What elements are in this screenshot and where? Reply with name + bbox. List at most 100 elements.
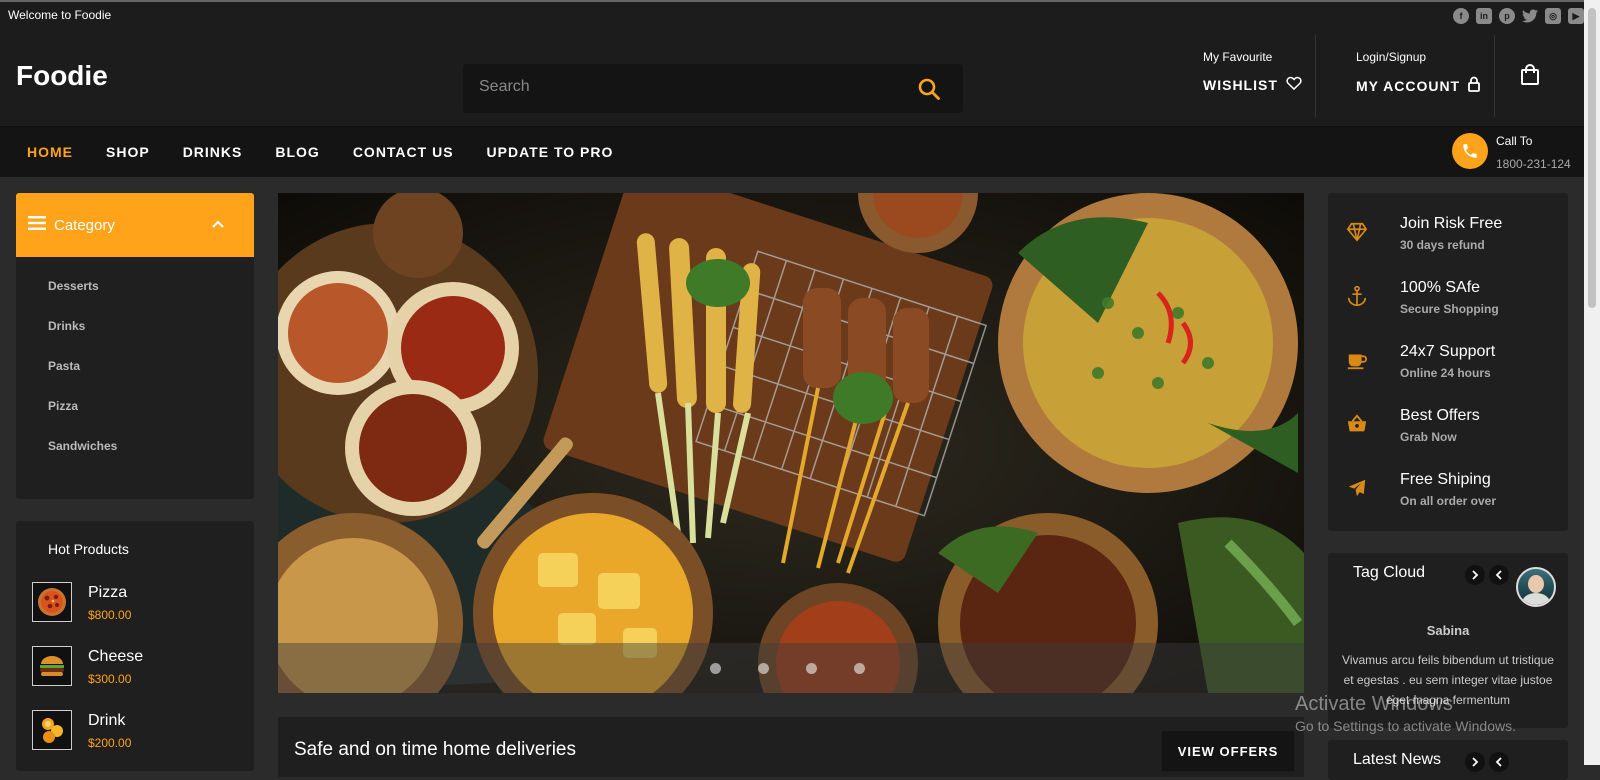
nav-item-contact[interactable]: CONTACT US [353,144,454,160]
watermark-title: Activate Windows [1295,693,1453,715]
latest-news-title: Latest News [1353,751,1442,768]
pinterest-icon[interactable]: p [1499,8,1515,24]
feature-item: 100% SAfe Secure Shopping [1328,277,1568,337]
product-name: Pizza [88,584,128,601]
phone-icon [1452,133,1488,169]
tag-cloud-title: Tag Cloud [1353,564,1426,581]
nav-item-shop[interactable]: SHOP [106,144,150,160]
view-offers-button[interactable]: VIEW OFFERS [1162,731,1294,771]
category-item-pizza[interactable]: Pizza [48,399,254,439]
category-item-drinks[interactable]: Drinks [48,319,254,359]
feature-subtitle: 30 days refund [1400,238,1485,252]
basket-icon [1346,413,1368,440]
feature-item: Join Risk Free 30 days refund [1328,213,1568,273]
food-spread-image [278,193,1304,693]
linkedin-icon[interactable]: in [1476,8,1492,24]
testimonial-name: Sabina [1426,623,1470,638]
nav-item-home[interactable]: HOME [27,144,73,160]
feature-item: Best Offers Grab Now [1328,405,1568,465]
plane-icon [1346,477,1368,504]
delivery-text: Safe and on time home deliveries [294,739,576,760]
nav-item-update-pro[interactable]: UPDATE TO PRO [487,144,614,160]
hot-products-panel: Hot Products Pizza $800.00 Cheese $300.0… [16,521,254,771]
slider-dot-3[interactable] [806,663,817,674]
call-label: Call To [1496,134,1533,148]
activate-windows-watermark: Activate Windows Go to Settings to activ… [1295,693,1516,734]
hero-banner [278,193,1304,693]
twitter-icon[interactable] [1522,8,1538,24]
product-price: $800.00 [88,608,132,622]
shopping-bag-icon[interactable] [1520,64,1540,91]
feature-title: 24x7 Support [1400,343,1496,360]
chevron-left-icon[interactable] [1489,565,1509,585]
latest-news-panel: Latest News [1328,740,1568,780]
top-bar: Welcome to Foodie f in p ◎ ▶ [0,0,1584,30]
feature-item: 24x7 Support Online 24 hours [1328,341,1568,401]
chevron-right-icon[interactable] [1465,752,1485,772]
chevron-left-icon[interactable] [1489,752,1509,772]
nav-item-drinks[interactable]: DRINKS [183,144,243,160]
scrollbar-thumb[interactable] [1588,8,1596,308]
feature-subtitle: Online 24 hours [1400,366,1491,380]
product-name: Cheese [88,648,144,665]
social-links: f in p ◎ ▶ [1453,8,1584,24]
drink-thumbnail [32,710,72,750]
wishlist-caption: My Favourite [1203,50,1273,64]
product-name: Drink [88,712,126,729]
delivery-banner: Safe and on time home deliveries VIEW OF… [278,717,1304,777]
slider-pagination [278,643,1304,693]
pizza-thumbnail [32,582,72,622]
divider [1315,35,1316,117]
lock-icon [1468,76,1481,95]
call-number: 1800-231-124 [1496,157,1571,171]
chevron-right-icon[interactable] [1465,565,1485,585]
coffee-cup-icon [1346,349,1368,376]
feature-title: 100% SAfe [1400,279,1481,296]
page-scrollbar[interactable] [1584,0,1600,765]
feature-subtitle: Secure Shopping [1400,302,1499,316]
category-panel: Category Desserts Drinks Pasta Pizza San… [16,193,254,499]
heart-icon [1286,76,1302,93]
diamond-icon [1346,221,1368,248]
youtube-icon[interactable]: ▶ [1568,8,1584,24]
menu-icon [28,216,46,234]
search-icon[interactable] [917,77,941,106]
features-panel: Join Risk Free 30 days refund 100% SAfe … [1328,193,1568,531]
instagram-icon[interactable]: ◎ [1545,8,1561,24]
feature-item: Free Shiping On all order over [1328,469,1568,529]
nav-item-blog[interactable]: BLOG [275,144,319,160]
product-price: $200.00 [88,736,132,750]
account[interactable]: Login/Signup MY ACCOUNT [1356,50,1481,95]
avatar [1516,567,1556,607]
category-title: Category [54,216,115,234]
watermark-subtitle: Go to Settings to activate Windows. [1295,718,1516,734]
divider [1494,35,1495,117]
category-item-sandwiches[interactable]: Sandwiches [48,439,254,479]
wishlist[interactable]: My Favourite WISHLIST [1203,50,1302,93]
feature-title: Join Risk Free [1400,215,1503,232]
chevron-up-icon[interactable] [212,215,224,232]
slider-dot-1[interactable] [710,663,721,674]
category-item-desserts[interactable]: Desserts [48,279,254,319]
account-caption: Login/Signup [1356,50,1427,64]
feature-title: Best Offers [1400,407,1480,424]
burger-thumbnail [32,646,72,686]
facebook-icon[interactable]: f [1453,8,1469,24]
feature-subtitle: On all order over [1400,494,1497,508]
account-label: MY ACCOUNT [1356,77,1461,94]
anchor-icon [1346,285,1368,312]
search-input[interactable] [479,78,899,96]
header: Foodie My Favourite WISHLIST Login/Signu… [0,30,1584,127]
welcome-text: Welcome to Foodie [8,8,112,22]
feature-subtitle: Grab Now [1400,430,1457,444]
feature-title: Free Shiping [1400,471,1491,488]
slider-dot-2[interactable] [758,663,769,674]
product-price: $300.00 [88,672,132,686]
wishlist-label: WISHLIST [1203,76,1278,93]
search-bar [463,64,963,113]
category-item-pasta[interactable]: Pasta [48,359,254,399]
slider-dot-4[interactable] [854,663,865,674]
category-header[interactable]: Category [16,193,254,257]
site-logo[interactable]: Foodie [16,60,108,92]
hot-products-title: Hot Products [48,541,129,557]
